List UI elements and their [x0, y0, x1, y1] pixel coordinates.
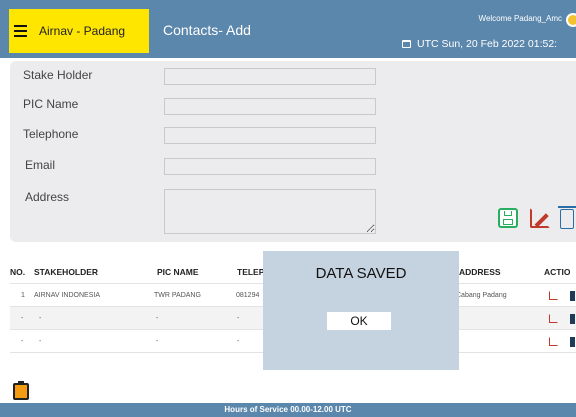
page-title: Contacts- Add	[163, 22, 251, 38]
row-delete-icon[interactable]	[570, 291, 575, 301]
row-address: Cabang Padang	[456, 291, 507, 299]
calendar-icon	[402, 40, 411, 48]
menu-icon[interactable]	[14, 25, 27, 37]
row-no: -	[21, 314, 24, 322]
footer-bar: Hours of Service 00.00-12.00 UTC	[0, 403, 576, 417]
row-no: -	[21, 337, 24, 345]
service-hours: Hours of Service 00.00-12.00 UTC	[224, 405, 352, 414]
datetime: UTC Sun, 20 Feb 2022 01:52:	[402, 38, 557, 50]
address-input[interactable]	[164, 189, 376, 234]
stakeholder-input[interactable]	[164, 68, 376, 85]
telephone-input[interactable]	[164, 127, 376, 144]
row-delete-icon[interactable]	[570, 337, 575, 347]
row-no: 1	[21, 291, 25, 299]
row-stakeholder: -	[39, 314, 42, 322]
col-pic-name: PIC NAME	[157, 266, 199, 277]
email-input[interactable]	[164, 158, 376, 175]
pic-name-input[interactable]	[164, 98, 376, 115]
avatar-icon[interactable]	[566, 13, 576, 27]
row-edit-icon[interactable]	[549, 337, 558, 346]
brand-menu[interactable]: Airnav - Padang	[9, 9, 149, 53]
clipboard-icon[interactable]	[13, 381, 29, 400]
ok-button[interactable]: OK	[327, 312, 391, 330]
row-edit-icon[interactable]	[549, 291, 558, 300]
save-icon[interactable]	[498, 208, 518, 228]
row-telephone: -	[237, 314, 240, 322]
row-pic-name: -	[156, 314, 159, 322]
email-label: Email	[25, 158, 56, 172]
row-delete-icon[interactable]	[570, 314, 575, 324]
pic-name-label: PIC Name	[23, 97, 79, 111]
col-action: ACTIO	[544, 266, 571, 277]
telephone-label: Telephone	[23, 127, 79, 141]
row-stakeholder: -	[39, 337, 42, 345]
row-stakeholder: AIRNAV INDONESIA	[34, 291, 100, 299]
col-stakeholder: STAKEHOLDER	[34, 266, 99, 277]
row-telephone: -	[237, 337, 240, 345]
stakeholder-label: Stake Holder	[23, 68, 93, 82]
welcome-text: Welcome Padang_Amc	[478, 14, 562, 23]
delete-icon[interactable]	[558, 206, 576, 229]
data-saved-dialog: DATA SAVED OK	[263, 251, 459, 370]
datetime-text: UTC Sun, 20 Feb 2022 01:52:	[417, 38, 558, 50]
address-label: Address	[25, 190, 70, 204]
edit-icon[interactable]	[530, 208, 550, 228]
col-no: NO.	[10, 266, 26, 277]
row-edit-icon[interactable]	[549, 314, 558, 323]
col-address: ADDRESS	[459, 266, 501, 277]
brand-title: Airnav - Padang	[39, 24, 126, 38]
row-pic-name: TWR PADANG	[154, 291, 201, 299]
row-pic-name: -	[156, 337, 159, 345]
row-telephone: 081294	[236, 291, 260, 299]
top-bar: Airnav - Padang Contacts- Add Welcome Pa…	[0, 0, 576, 58]
dialog-message: DATA SAVED	[315, 265, 407, 282]
